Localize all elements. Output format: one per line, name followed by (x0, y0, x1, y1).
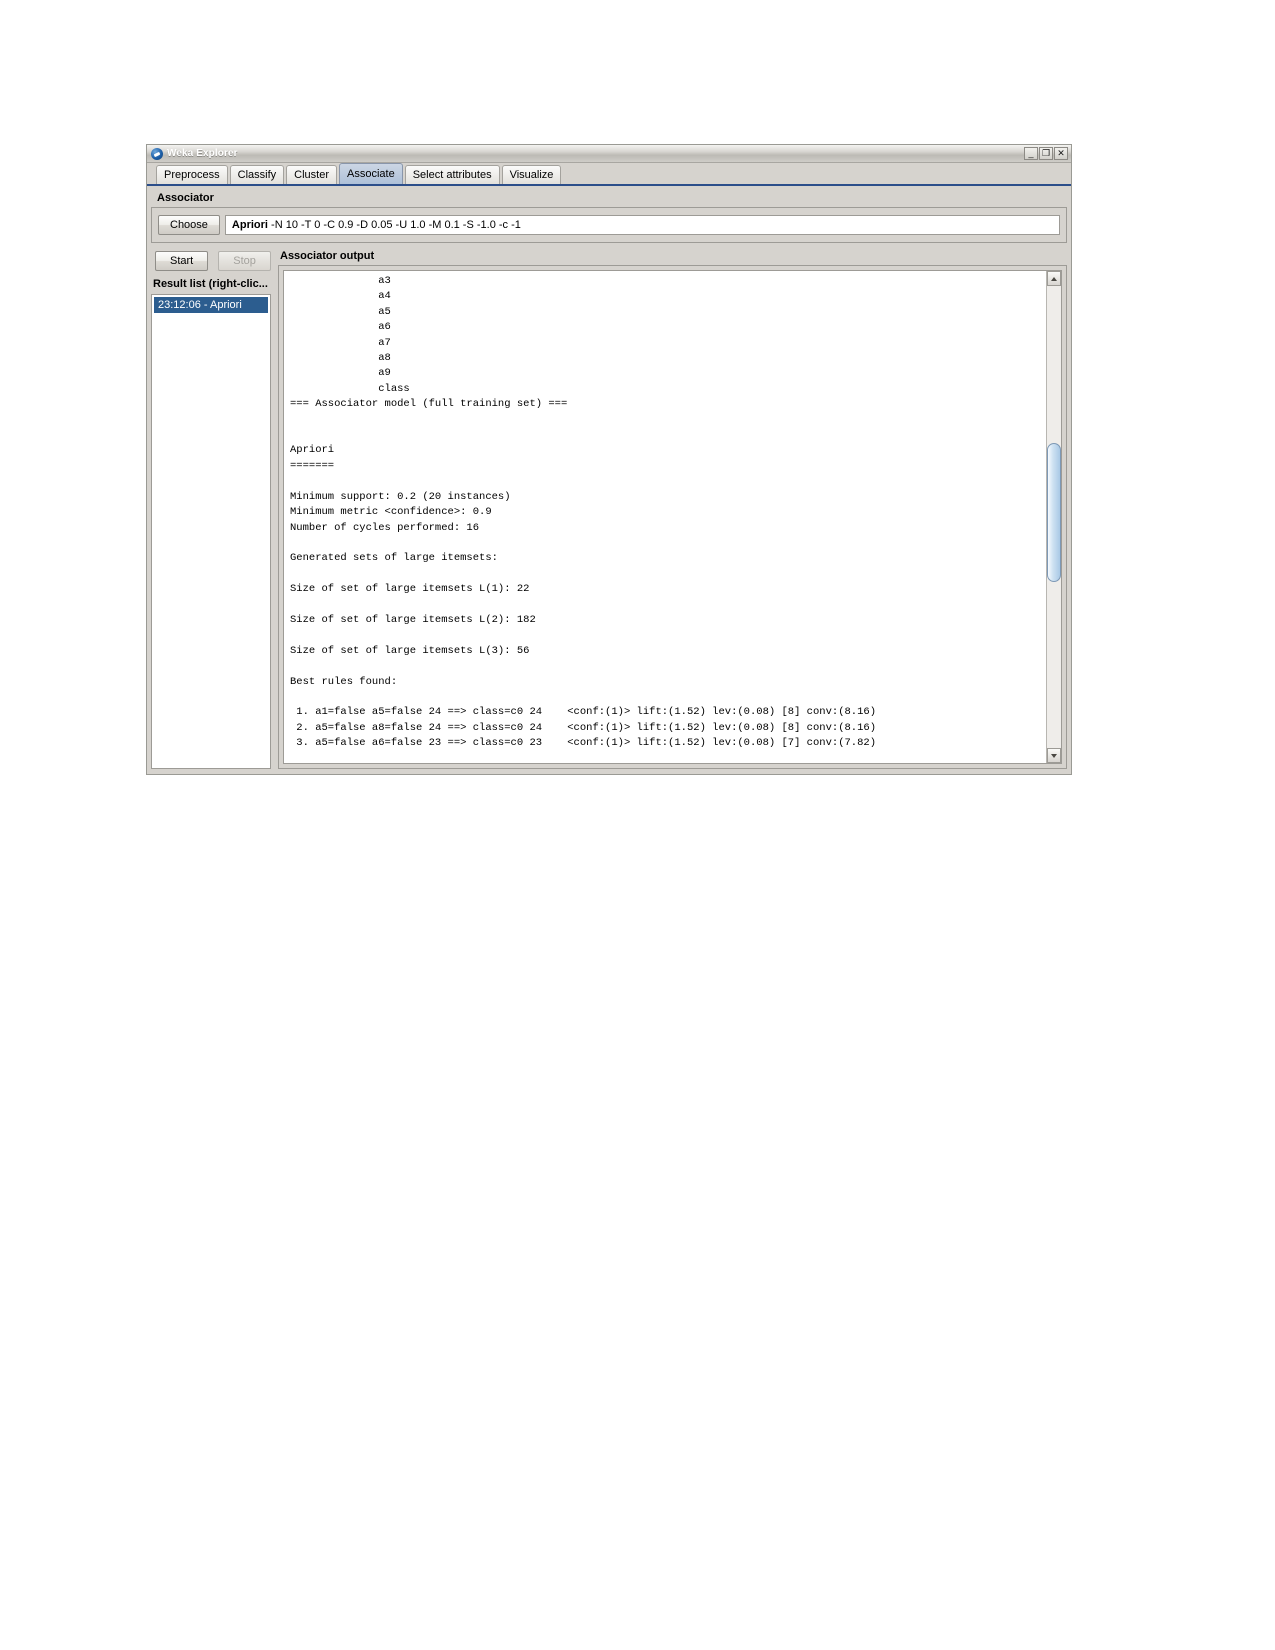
associator-panel: Choose Apriori -N 10 -T 0 -C 0.9 -D 0.05… (151, 207, 1067, 243)
tab-visualize[interactable]: Visualize (501, 165, 562, 184)
associator-output-text: a3 a4 a5 a6 a7 a8 a9 class === Associato… (290, 275, 876, 750)
window-controls: _ ❐ ✕ (1024, 147, 1068, 160)
scroll-up-arrow-icon[interactable] (1047, 271, 1061, 286)
right-column: Associator output a3 a4 a5 a6 a7 a8 a9 c… (278, 250, 1067, 769)
weka-bird-icon (151, 147, 163, 160)
minimize-button[interactable]: _ (1024, 147, 1038, 160)
maximize-button[interactable]: ❐ (1039, 147, 1053, 160)
scheme-args-label: -N 10 -T 0 -C 0.9 -D 0.05 -U 1.0 -M 0.1 … (271, 219, 521, 231)
lower-area: Start Stop Result list (right-clic... 23… (151, 250, 1067, 769)
associator-output-label: Associator output (280, 250, 375, 262)
scrollbar-thumb[interactable] (1047, 443, 1061, 582)
stop-button: Stop (218, 251, 271, 271)
tab-classify[interactable]: Classify (229, 165, 285, 184)
tab-select-attributes[interactable]: Select attributes (404, 165, 500, 184)
window-body: Associator Choose Apriori -N 10 -T 0 -C … (147, 186, 1071, 774)
weka-explorer-window: Weka Explorer _ ❐ ✕ Preprocess Classify … (146, 144, 1072, 775)
result-list-label: Result list (right-clic... (153, 278, 268, 290)
tab-cluster[interactable]: Cluster (286, 165, 337, 184)
tab-associate[interactable]: Associate (339, 163, 403, 184)
scroll-down-arrow-icon[interactable] (1047, 748, 1061, 763)
choose-button[interactable]: Choose (158, 215, 220, 235)
associator-section-label: Associator (157, 192, 214, 204)
main-tab-strip: Preprocess Classify Cluster Associate Se… (147, 163, 1071, 186)
associator-output-panel: a3 a4 a5 a6 a7 a8 a9 class === Associato… (278, 265, 1067, 769)
window-title: Weka Explorer (167, 148, 238, 159)
left-column: Start Stop Result list (right-clic... 23… (151, 250, 271, 769)
result-list[interactable]: 23:12:06 - Apriori (151, 294, 271, 769)
title-bar: Weka Explorer _ ❐ ✕ (147, 145, 1071, 163)
start-button[interactable]: Start (155, 251, 209, 271)
tab-preprocess[interactable]: Preprocess (156, 165, 228, 184)
associator-output-viewport: a3 a4 a5 a6 a7 a8 a9 class === Associato… (283, 270, 1062, 764)
scheme-command-field[interactable]: Apriori -N 10 -T 0 -C 0.9 -D 0.05 -U 1.0… (224, 215, 1060, 235)
close-button[interactable]: ✕ (1054, 147, 1068, 160)
scheme-name-label: Apriori (231, 219, 268, 231)
output-vertical-scrollbar[interactable] (1046, 271, 1061, 763)
list-item[interactable]: 23:12:06 - Apriori (154, 297, 268, 313)
scrollbar-track[interactable] (1047, 286, 1061, 748)
title-bar-left: Weka Explorer (151, 147, 1024, 160)
run-buttons-row: Start Stop (151, 250, 271, 271)
scheme-chooser-row: Choose Apriori -N 10 -T 0 -C 0.9 -D 0.05… (158, 215, 1060, 235)
